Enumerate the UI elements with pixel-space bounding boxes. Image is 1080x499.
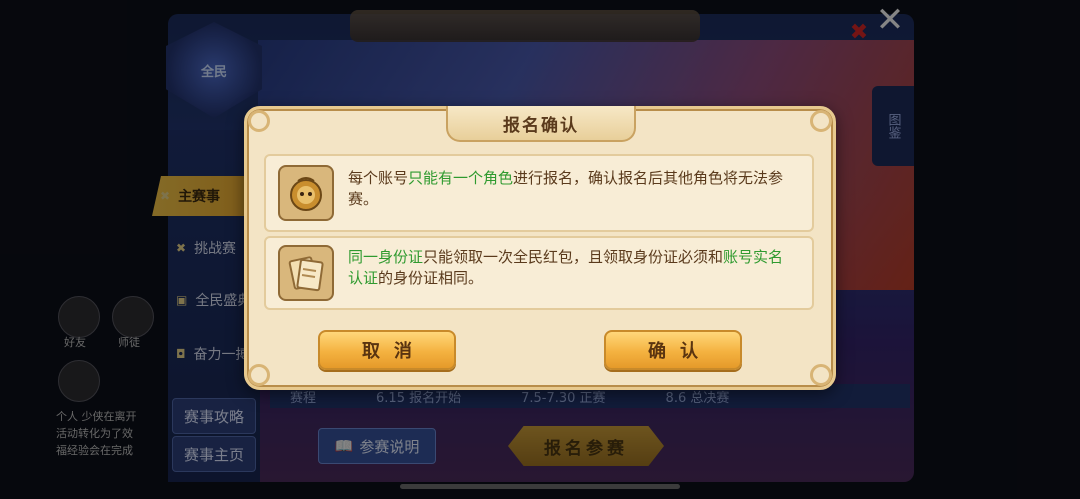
notice-id-card: 同一身份证只能领取一次全民红包，且领取身份证必须和账号实名认证的身份证相同。 (264, 236, 814, 310)
notice-segment: 只能领取一次全民红包，且领取身份证必须和 (423, 248, 724, 266)
notice-text: 同一身份证只能领取一次全民红包，且领取身份证必须和账号实名认证的身份证相同。 (348, 247, 788, 289)
dialog-title: 报名确认 (446, 106, 636, 142)
notice-text: 每个账号只能有一个角色进行报名，确认报名后其他角色将无法参赛。 (348, 168, 788, 210)
notice-one-character: 每个账号只能有一个角色进行报名，确认报名后其他角色将无法参赛。 (264, 154, 814, 232)
dialog-corner-ornament (248, 110, 270, 132)
coin-mascot-icon (278, 165, 334, 221)
cancel-button[interactable]: 取消 (318, 330, 456, 370)
notice-segment: 每个账号 (348, 169, 409, 187)
dialog-corner-ornament (810, 364, 832, 386)
confirm-button[interactable]: 确认 (604, 330, 742, 370)
dialog-corner-ornament (810, 110, 832, 132)
notice-highlight: 同一身份证 (348, 248, 424, 266)
notice-highlight: 只能有一个角色 (408, 169, 514, 187)
dialog-corner-ornament (248, 364, 270, 386)
notice-segment: 的身份证相同。 (378, 269, 484, 287)
id-cards-icon (278, 245, 334, 301)
